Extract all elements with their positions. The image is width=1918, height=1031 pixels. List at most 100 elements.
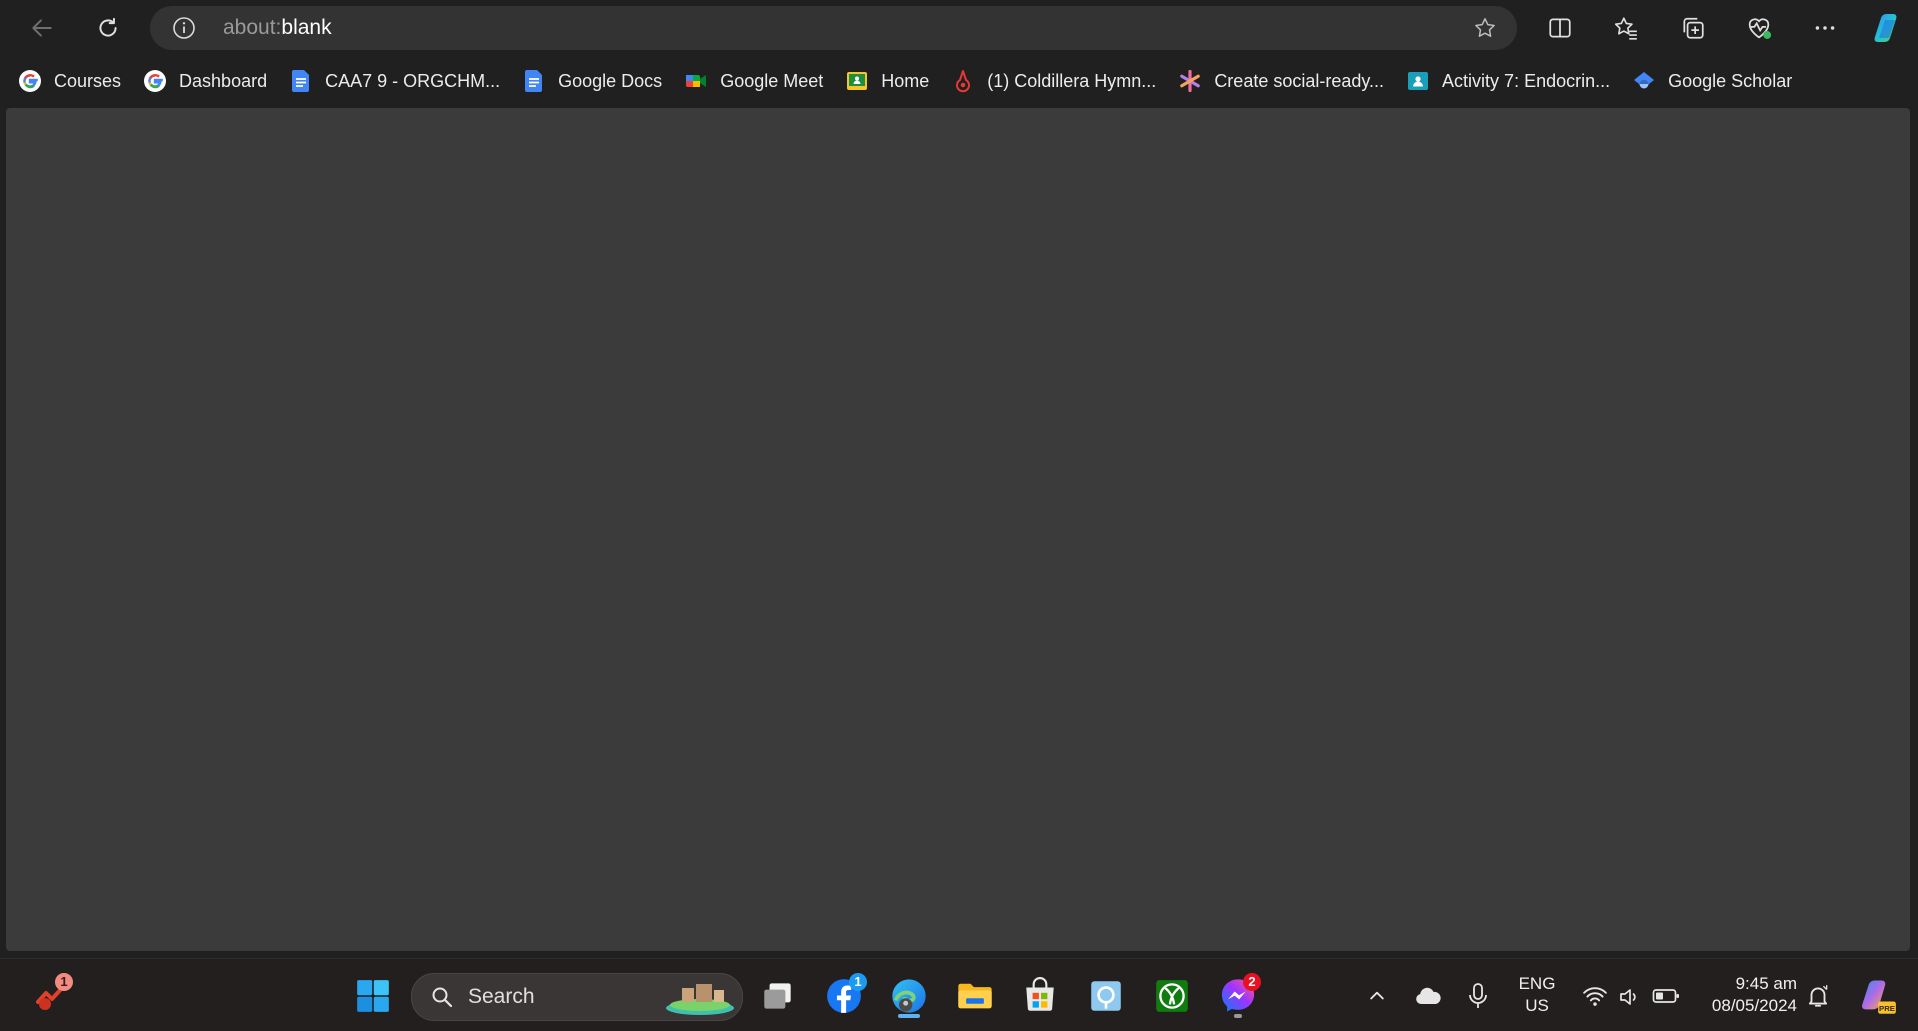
xbox-button[interactable] (1147, 971, 1197, 1021)
blank-page-content[interactable] (6, 108, 1910, 951)
messenger-badge: 2 (1243, 973, 1261, 991)
edge-taskbar-button[interactable] (884, 971, 934, 1021)
bookmark-label: Google Meet (720, 70, 824, 91)
bookmark-caa7-orgchm[interactable]: CAA7 9 - ORGCHM... (289, 61, 500, 101)
bookmarks-bar: Courses Dashboard CAA7 9 - ORGCHM... Goo… (0, 56, 1918, 106)
search-icon (432, 987, 453, 1008)
favorites-icon (1614, 17, 1637, 40)
asterisk-icon (1180, 69, 1201, 93)
collections-icon (1683, 17, 1704, 39)
bookmark-label: Activity 7: Endocrin... (1442, 70, 1611, 91)
bookmark-label: Dashboard (179, 70, 268, 91)
google-icon (144, 70, 167, 92)
photos-icon (1091, 981, 1121, 1011)
clock-date: 08/05/2024 (1711, 996, 1797, 1015)
copilot-taskbar-button[interactable]: PRE (1852, 971, 1902, 1021)
wifi-icon (1583, 987, 1607, 1006)
collections-button[interactable] (1671, 6, 1715, 50)
bookmark-google-meet[interactable]: Google Meet (684, 61, 823, 101)
url-scheme: about: (223, 16, 282, 39)
copilot-pre-icon: PRE (1862, 980, 1896, 1014)
more-dots-icon (1815, 26, 1835, 30)
heart-pulse-icon (1748, 18, 1772, 39)
music-app-icon (956, 70, 971, 93)
search-highlight-icon (666, 984, 734, 1015)
bookmark-label: (1) Coldillera Hymn... (987, 70, 1157, 91)
taskbar-search-box[interactable]: Search (411, 973, 743, 1021)
bookmark-coldillera-hymn[interactable]: (1) Coldillera Hymn... (951, 61, 1156, 101)
facebook-badge: 1 (849, 973, 867, 991)
back-arrow-icon (32, 19, 52, 37)
search-label: Search (468, 985, 535, 1008)
google-meet-icon (686, 75, 707, 87)
bookmark-google-docs[interactable]: Google Docs (522, 61, 662, 101)
bookmark-label: Google Scholar (1668, 70, 1793, 91)
bookmark-label: Courses (54, 70, 122, 91)
bookmark-courses[interactable]: Courses (18, 61, 121, 101)
notifications-button[interactable] (1796, 971, 1840, 1021)
onedrive-button[interactable] (1406, 971, 1450, 1021)
language-code: ENG (1518, 974, 1556, 993)
windows-taskbar: 1 Search 1 2 ENG US 9:45 am 08/05/2024 P… (0, 958, 1918, 1031)
bookmark-label: Home (881, 70, 930, 91)
classroom-assignment-icon (1408, 72, 1429, 90)
bookmark-label: Create social-ready... (1214, 70, 1385, 91)
browser-toolbar: about:blank (0, 0, 1918, 56)
photos-app-button[interactable] (1081, 971, 1131, 1021)
messenger-button[interactable]: 2 (1213, 971, 1263, 1021)
store-icon (1026, 977, 1054, 1011)
back-button[interactable] (20, 6, 64, 50)
google-classroom-icon (847, 72, 868, 90)
bookmark-activity-7-endocrine[interactable]: Activity 7: Endocrin... (1406, 61, 1610, 101)
keyboard-layout: US (1525, 996, 1549, 1015)
edge-browser-icon (892, 979, 926, 1013)
widgets-button[interactable]: 1 (25, 971, 75, 1021)
bookmark-dashboard[interactable]: Dashboard (143, 61, 267, 101)
google-scholar-icon (1634, 72, 1655, 89)
copilot-icon (1874, 14, 1897, 42)
copilot-button[interactable] (1865, 6, 1909, 50)
microphone-button[interactable] (1456, 971, 1500, 1021)
svg-text:PRE: PRE (1879, 1004, 1895, 1013)
file-explorer-button[interactable] (950, 971, 1000, 1021)
chevron-up-icon (1370, 991, 1384, 1000)
start-button[interactable] (348, 971, 398, 1021)
active-app-indicator (898, 1014, 920, 1018)
widgets-badge: 1 (55, 973, 73, 991)
windows-start-icon (357, 980, 389, 1012)
show-hidden-icons-button[interactable] (1359, 971, 1395, 1021)
facebook-taskbar-button[interactable]: 1 (819, 971, 869, 1021)
google-docs-icon (525, 70, 543, 92)
refresh-icon (99, 17, 117, 37)
split-screen-icon (1549, 18, 1571, 38)
favorites-button[interactable] (1604, 6, 1648, 50)
bookmark-label: CAA7 9 - ORGCHM... (325, 70, 501, 91)
url-host: blank (281, 16, 332, 39)
bookmark-home[interactable]: Home (845, 61, 929, 101)
google-docs-icon (292, 70, 310, 92)
microsoft-store-button[interactable] (1015, 971, 1065, 1021)
task-view-button[interactable] (753, 971, 803, 1021)
cloud-icon (1416, 987, 1441, 1004)
address-bar[interactable]: about:blank (150, 6, 1517, 50)
folder-icon (958, 983, 992, 1009)
bookmark-google-scholar[interactable]: Google Scholar (1632, 61, 1792, 101)
more-options-button[interactable] (1803, 6, 1847, 50)
split-screen-button[interactable] (1538, 6, 1582, 50)
bookmark-create-social-ready[interactable]: Create social-ready... (1178, 61, 1384, 101)
url-text[interactable]: about:blank (223, 6, 332, 50)
network-volume-battery-group[interactable] (1578, 973, 1684, 1019)
refresh-button[interactable] (86, 6, 130, 50)
site-info-icon[interactable] (172, 16, 196, 40)
task-view-icon (764, 983, 791, 1009)
notification-bell-icon (1808, 985, 1828, 1007)
running-app-indicator (1234, 1014, 1242, 1018)
volume-icon (1620, 989, 1636, 1005)
favorite-star-icon[interactable] (1473, 16, 1497, 40)
browser-essentials-button[interactable] (1737, 6, 1781, 50)
xbox-icon (1156, 980, 1188, 1012)
google-icon (19, 70, 41, 92)
language-indicator[interactable]: ENG US (1505, 973, 1569, 1019)
clock-button[interactable]: 9:45 am 08/05/2024 (1693, 973, 1803, 1019)
microphone-icon (1469, 983, 1487, 1008)
